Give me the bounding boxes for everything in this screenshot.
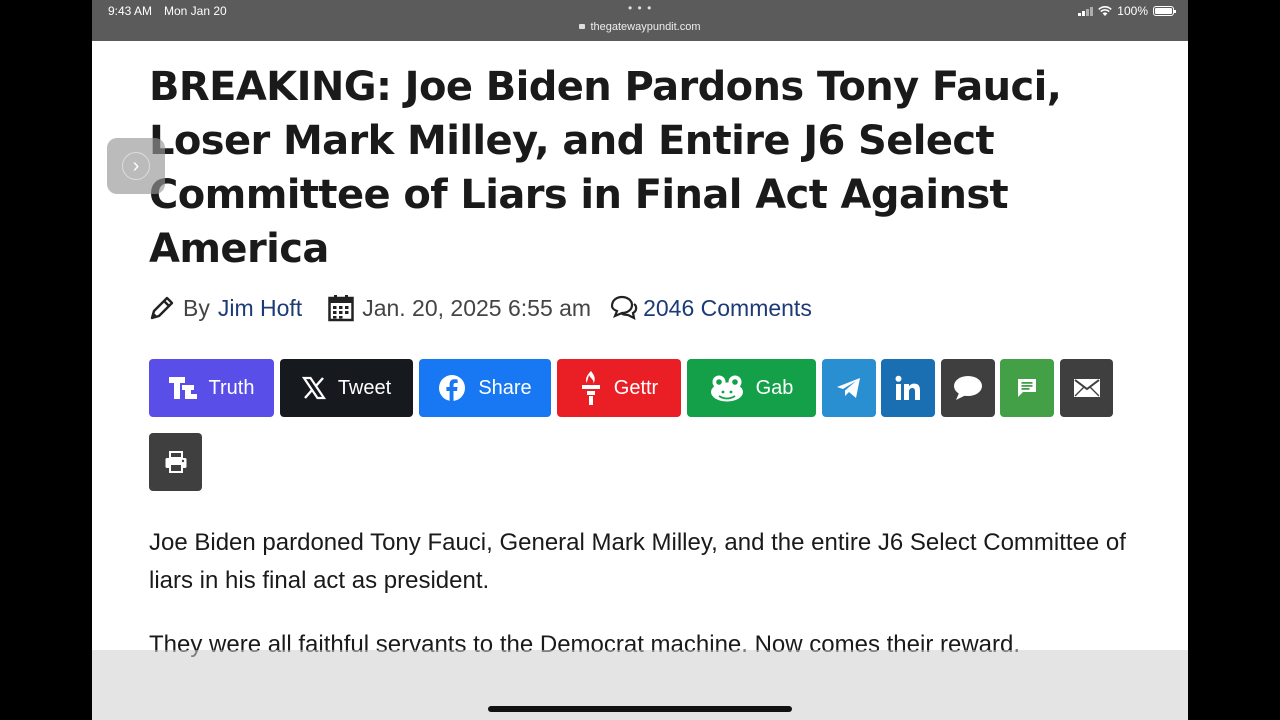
cellular-signal-icon (1078, 6, 1094, 16)
back-button[interactable]: › (107, 138, 165, 194)
battery-percent: 100% (1117, 4, 1148, 18)
facebook-label: Share (478, 376, 532, 399)
article-paragraph: Joe Biden pardoned Tony Fauci, General M… (149, 529, 1126, 594)
facebook-icon (439, 375, 466, 402)
comment-share-button[interactable] (941, 359, 995, 417)
comments-icon (610, 295, 638, 320)
truth-social-icon (168, 377, 197, 399)
x-icon (301, 376, 326, 400)
multitasking-dots-icon[interactable]: • • • (628, 1, 652, 15)
status-indicators: 100% (1078, 4, 1176, 18)
tweet-label: Tweet (337, 376, 392, 399)
print-icon (165, 451, 186, 473)
sms-icon (1018, 379, 1036, 397)
article-header: BREAKING: Joe Biden Pardons Tony Fauci, … (149, 60, 1139, 276)
status-bar: 9:43 AM Mon Jan 20 • • • thegatewaypundi… (92, 0, 1188, 41)
url-text: thegatewaypundit.com (590, 21, 701, 33)
gab-share-button[interactable]: Gab (687, 359, 816, 417)
comment-icon (954, 376, 982, 400)
tweet-share-button[interactable]: Tweet (280, 359, 413, 417)
author-link[interactable]: Jim Hoft (218, 295, 302, 322)
linkedin-share-button[interactable] (881, 359, 935, 417)
battery-icon (1153, 6, 1176, 16)
article-headline: BREAKING: Joe Biden Pardons Tony Fauci, … (149, 64, 1062, 272)
gettr-share-button[interactable]: Gettr (557, 359, 681, 417)
pencil-icon (150, 296, 174, 320)
linkedin-icon (895, 375, 920, 400)
facebook-share-button[interactable]: Share (419, 359, 551, 417)
email-share-button[interactable] (1060, 359, 1113, 417)
wifi-icon (1098, 5, 1113, 16)
truth-label: Truth (208, 376, 255, 399)
print-share-button[interactable] (149, 433, 202, 491)
gettr-label: Gettr (613, 376, 659, 399)
gab-label: Gab (755, 376, 794, 399)
status-time: 9:43 AM (108, 4, 153, 18)
by-label: By (183, 294, 210, 321)
telegram-share-button[interactable] (822, 359, 876, 417)
truth-share-button[interactable]: Truth (149, 359, 274, 417)
comments-link[interactable]: 2046 Comments (643, 295, 812, 322)
calendar-icon (328, 295, 354, 322)
lock-icon (579, 24, 586, 29)
email-icon (1073, 379, 1100, 397)
publish-date: Jan. 20, 2025 6:55 am (362, 294, 592, 321)
telegram-icon (837, 378, 860, 398)
sms-share-button[interactable] (1000, 359, 1054, 417)
status-date: Mon Jan 20 (164, 4, 227, 18)
gettr-icon (581, 371, 600, 405)
browser-screen: 9:43 AM Mon Jan 20 • • • thegatewaypundi… (92, 0, 1188, 720)
article-meta: By Jim Hoft Jan. 20, 2025 6:55 am 2046 C… (149, 290, 812, 326)
home-indicator[interactable] (488, 706, 792, 712)
address-bar[interactable]: thegatewaypundit.com (92, 21, 1188, 33)
gab-icon (710, 375, 743, 402)
chevron-right-icon: › (122, 152, 150, 180)
